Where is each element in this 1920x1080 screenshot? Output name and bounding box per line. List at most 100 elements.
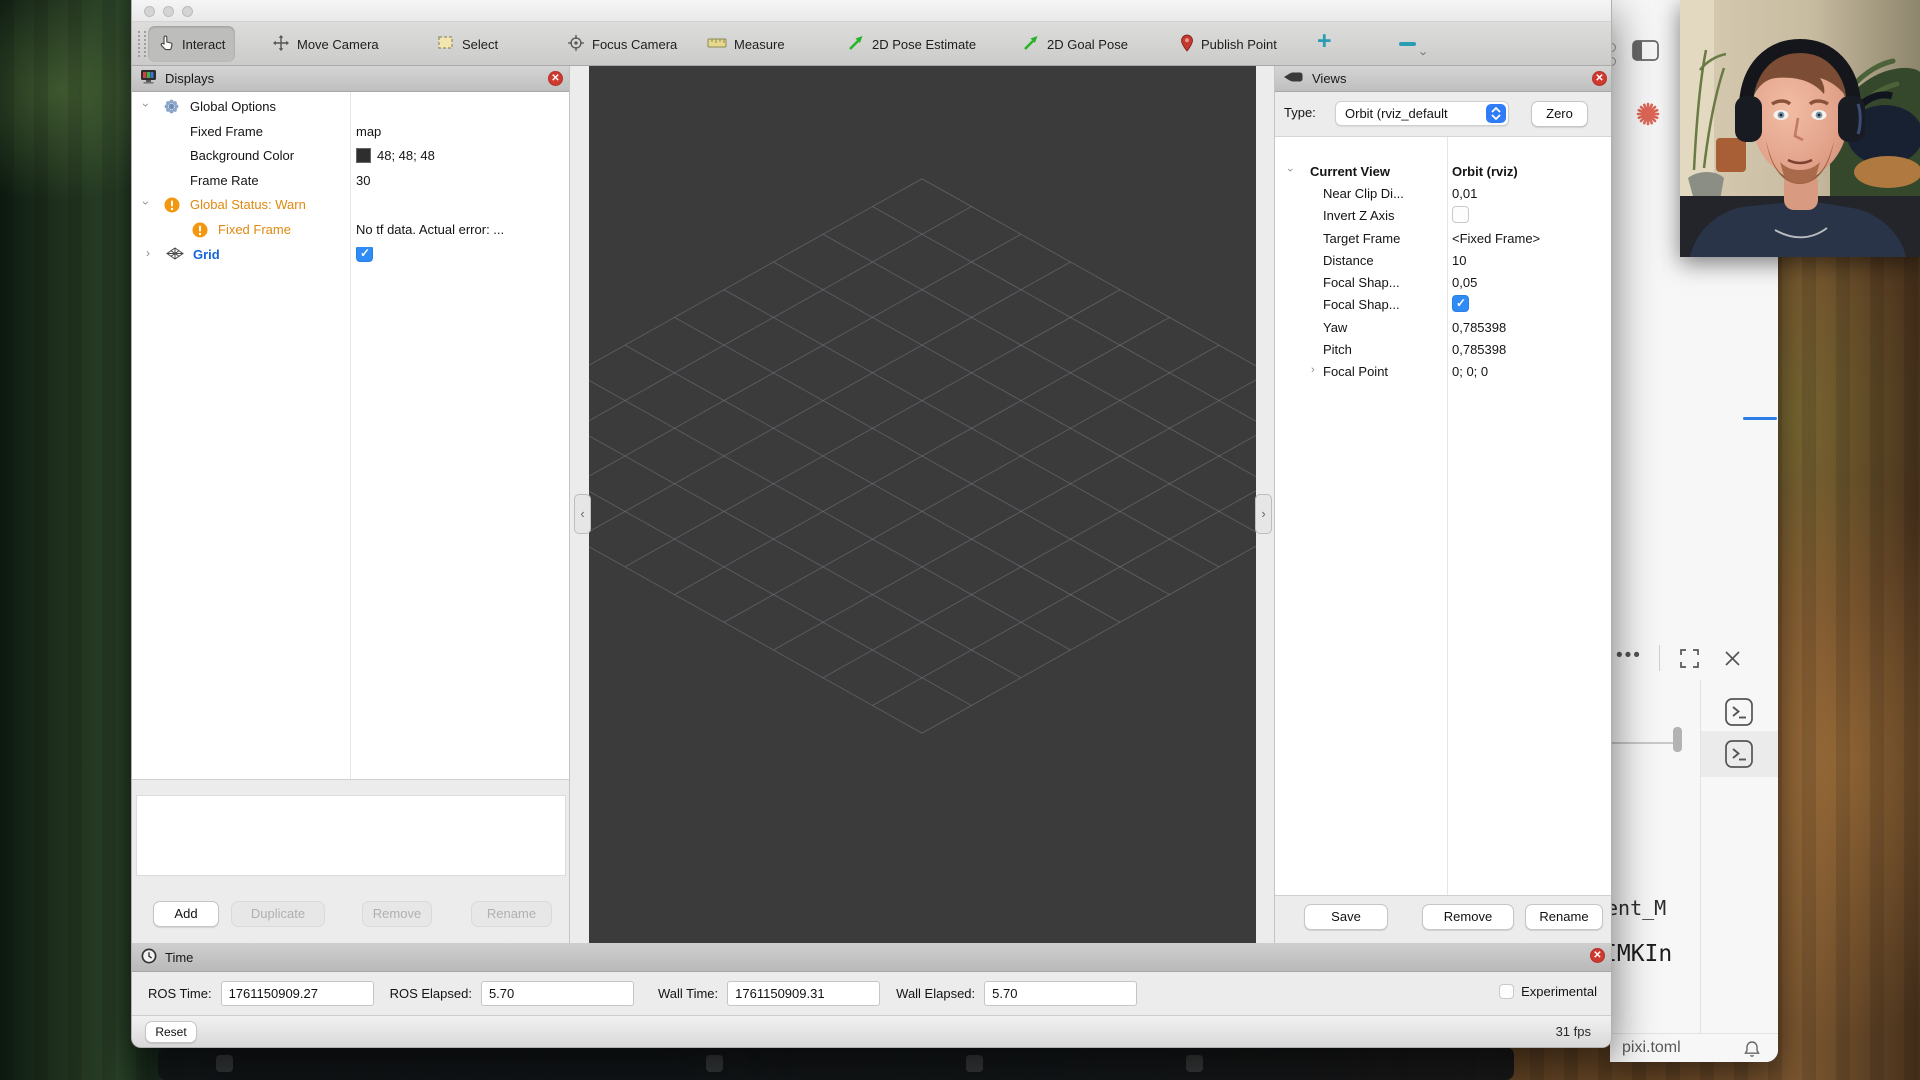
hand-pointer-icon xyxy=(158,34,175,54)
chevron-down-icon[interactable]: › xyxy=(1417,51,1432,55)
dock-icon[interactable] xyxy=(1186,1055,1203,1072)
traffic-light-icon[interactable] xyxy=(182,6,193,17)
tool-interact[interactable]: Interact xyxy=(148,26,235,62)
tree-row-global-status[interactable]: › Global Status: Warn xyxy=(132,193,569,217)
property-value[interactable]: 48; 48; 48 xyxy=(356,148,435,163)
tool-2d-goal-pose[interactable]: 2D Goal Pose xyxy=(1012,26,1138,62)
reset-button[interactable]: Reset xyxy=(145,1021,197,1043)
checkbox-unchecked-icon[interactable] xyxy=(1499,984,1514,999)
traffic-light-icon[interactable] xyxy=(163,6,174,17)
tree-row-fixed-frame[interactable]: Fixed Frame map xyxy=(132,120,569,144)
wall-elapsed-input[interactable] xyxy=(984,981,1137,1006)
dock-icon[interactable] xyxy=(216,1055,233,1072)
scrollbar-thumb[interactable] xyxy=(1673,727,1682,752)
close-icon[interactable]: ✕ xyxy=(1590,948,1605,963)
tree-row-global-options[interactable]: › Global Options xyxy=(132,95,569,119)
property-value[interactable]: map xyxy=(356,124,381,139)
tree-row-target-frame[interactable]: Target Frame <Fixed Frame> xyxy=(1275,229,1612,250)
rename-view-button[interactable]: Rename xyxy=(1525,904,1603,930)
add-tool-button[interactable]: + xyxy=(1317,27,1332,56)
rviz-toolbar: Interact Move Camera Select Focus Camera… xyxy=(132,22,1611,66)
view-type-dropdown[interactable]: Orbit (rviz_default xyxy=(1335,101,1509,126)
property-value[interactable]: 0,785398 xyxy=(1452,342,1506,357)
camera-icon xyxy=(1283,71,1304,86)
asterisk-icon[interactable] xyxy=(1634,100,1662,133)
ros-elapsed-input[interactable] xyxy=(481,981,634,1006)
chevron-down-icon[interactable]: › xyxy=(1284,168,1296,172)
tool-select[interactable]: Select xyxy=(427,26,508,62)
displays-header[interactable]: Displays ✕ xyxy=(132,66,569,92)
checkbox-unchecked-icon[interactable] xyxy=(1452,206,1469,223)
grid-enabled-checkbox[interactable] xyxy=(356,247,373,267)
tree-row-focal-shape-fixed[interactable]: Focal Shap... xyxy=(1275,295,1612,316)
tree-row-grid[interactable]: › Grid xyxy=(132,243,569,267)
views-header[interactable]: Views ✕ xyxy=(1275,66,1612,92)
tree-row-near-clip[interactable]: Near Clip Di... 0,01 xyxy=(1275,184,1612,205)
chevron-right-icon[interactable]: › xyxy=(146,246,150,260)
chevron-right-icon[interactable]: › xyxy=(1311,364,1315,376)
collapse-right-panel-tab[interactable]: › xyxy=(1255,494,1272,534)
render-viewport-3d[interactable] xyxy=(589,66,1256,943)
ros-time-input[interactable] xyxy=(221,981,374,1006)
tree-row-yaw[interactable]: Yaw 0,785398 xyxy=(1275,318,1612,339)
tree-row-fixed-frame-warn[interactable]: Fixed Frame No tf data. Actual error: ..… xyxy=(132,218,569,242)
displays-tree: › Global Options Fixed Frame map Backgro… xyxy=(132,92,569,780)
slider-track[interactable] xyxy=(1612,742,1676,744)
tool-measure[interactable]: Measure xyxy=(697,26,795,62)
tree-row-pitch[interactable]: Pitch 0,785398 xyxy=(1275,340,1612,361)
add-display-button[interactable]: Add xyxy=(153,901,219,927)
dock-icon[interactable] xyxy=(966,1055,983,1072)
traffic-light-icon[interactable] xyxy=(144,6,155,17)
panel-title: Displays xyxy=(165,71,214,86)
terminal-icon[interactable] xyxy=(1725,698,1753,731)
tool-2d-pose-estimate[interactable]: 2D Pose Estimate xyxy=(837,26,986,62)
tree-row-focal-shape-size[interactable]: Focal Shap... 0,05 xyxy=(1275,273,1612,294)
focal-shape-checkbox[interactable] xyxy=(1452,297,1469,317)
zero-button[interactable]: Zero xyxy=(1531,101,1588,127)
collapse-left-panel-tab[interactable]: ‹ xyxy=(574,494,591,534)
property-value[interactable]: 30 xyxy=(356,173,370,188)
chevron-down-icon[interactable]: › xyxy=(139,103,153,107)
property-value[interactable]: 0,785398 xyxy=(1452,320,1506,335)
tree-row-frame-rate[interactable]: Frame Rate 30 xyxy=(132,169,569,193)
remove-tool-button[interactable] xyxy=(1399,42,1416,46)
tool-move-camera[interactable]: Move Camera xyxy=(262,26,389,62)
property-value[interactable]: 10 xyxy=(1452,253,1466,268)
dropdown-stepper-icon[interactable] xyxy=(1486,104,1506,123)
property-value[interactable]: 0; 0; 0 xyxy=(1452,364,1488,379)
toolbar-drag-handle[interactable] xyxy=(138,31,146,57)
more-options-icon[interactable]: ••• xyxy=(1616,645,1642,667)
close-icon[interactable]: ✕ xyxy=(1592,71,1607,86)
wall-elapsed-label: Wall Elapsed: xyxy=(896,986,975,1001)
property-value[interactable]: <Fixed Frame> xyxy=(1452,231,1540,246)
property-value[interactable]: 0,05 xyxy=(1452,275,1477,290)
bell-icon[interactable] xyxy=(1742,1039,1762,1062)
layout-toggle-icon[interactable] xyxy=(1632,40,1659,66)
terminal-icon[interactable] xyxy=(1725,740,1753,773)
expand-icon[interactable] xyxy=(1678,647,1701,675)
chevron-down-icon[interactable]: › xyxy=(139,201,153,205)
save-view-button[interactable]: Save xyxy=(1304,904,1388,930)
window-titlebar[interactable] xyxy=(132,0,1611,22)
tree-row-background-color[interactable]: Background Color 48; 48; 48 xyxy=(132,144,569,168)
tool-publish-point[interactable]: Publish Point xyxy=(1170,26,1287,62)
tree-row-focal-point[interactable]: › Focal Point 0; 0; 0 xyxy=(1275,362,1612,383)
invert-z-checkbox[interactable] xyxy=(1452,208,1469,228)
gear-flower-icon xyxy=(164,99,179,117)
wall-time-input[interactable] xyxy=(727,981,880,1006)
checkbox-checked-icon[interactable] xyxy=(356,247,373,262)
property-value[interactable]: 0,01 xyxy=(1452,186,1477,201)
checkbox-checked-icon[interactable] xyxy=(1452,295,1469,312)
tree-row-distance[interactable]: Distance 10 xyxy=(1275,251,1612,272)
dock-icon[interactable] xyxy=(706,1055,723,1072)
close-icon[interactable] xyxy=(1722,648,1743,674)
experimental-toggle[interactable]: Experimental xyxy=(1499,984,1597,999)
close-icon[interactable]: ✕ xyxy=(548,71,563,86)
remove-view-button[interactable]: Remove xyxy=(1422,904,1514,930)
tool-focus-camera[interactable]: Focus Camera xyxy=(557,26,687,62)
tree-row-invert-z[interactable]: Invert Z Axis xyxy=(1275,206,1612,227)
statusbar-filename[interactable]: pixi.toml xyxy=(1622,1039,1681,1057)
tree-row-current-view[interactable]: › Current View Orbit (rviz) xyxy=(1275,162,1612,183)
experimental-label: Experimental xyxy=(1521,984,1597,999)
time-header[interactable]: Time ✕ xyxy=(132,943,1611,972)
